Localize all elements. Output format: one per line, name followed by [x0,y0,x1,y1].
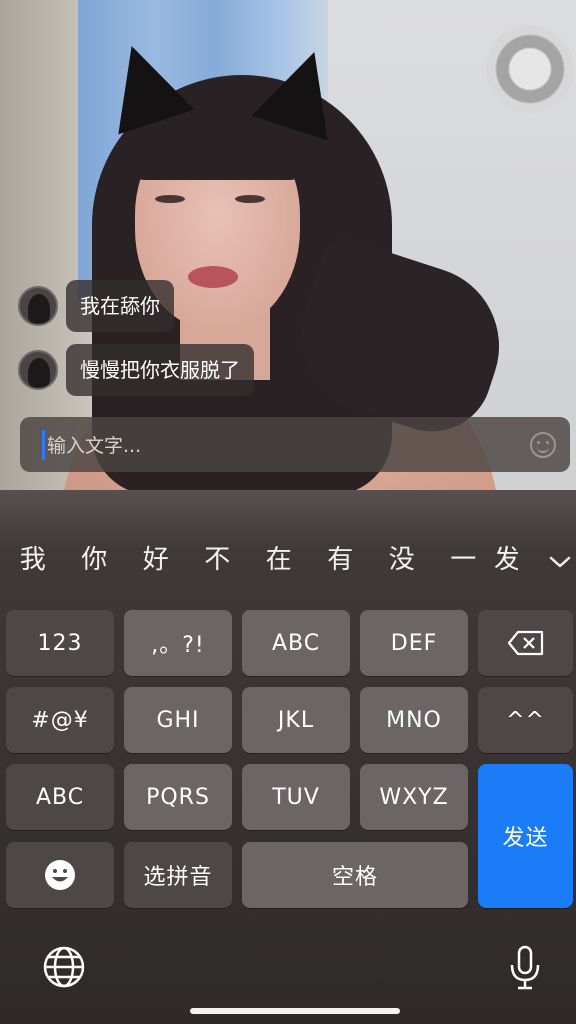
mouth [188,266,238,288]
candidate-word[interactable]: 在 [248,539,310,576]
microphone-icon[interactable] [508,945,542,995]
chat-bubble: 慢慢把你衣服脱了 [66,344,254,396]
backspace-icon[interactable] [478,610,573,676]
key-ghi[interactable]: GHI [124,687,232,753]
key-wxyz[interactable]: WXYZ [360,764,468,830]
key-tuv[interactable]: TUV [242,764,350,830]
key-emoticon[interactable]: ^^ [478,687,573,753]
emoji-icon[interactable] [530,432,556,458]
record-icon[interactable] [486,25,574,113]
key-abc[interactable]: ABC [242,610,350,676]
home-indicator[interactable] [190,1008,400,1014]
key-abc-mode[interactable]: ABC [6,764,114,830]
key-punctuation[interactable]: ,。?! [124,610,232,676]
key-select-pinyin[interactable]: 选拼音 [124,842,232,908]
eye [155,195,185,203]
key-pqrs[interactable]: PQRS [124,764,232,830]
candidate-word[interactable]: 发 [494,539,518,576]
space-key[interactable]: 空格 [242,842,468,908]
emoji-icon[interactable] [6,842,114,908]
key-mno[interactable]: MNO [360,687,468,753]
candidate-word[interactable]: 没 [371,539,433,576]
key-123[interactable]: 123 [6,610,114,676]
keyboard: 我 你 好 不 在 有 没 一 发 123 ,。?! ABC DEF #@¥ G… [0,490,576,1024]
message-input[interactable]: 输入文字... [20,417,570,472]
chat-message: 我在舔你 [18,280,174,332]
key-symbols[interactable]: #@¥ [6,687,114,753]
globe-icon[interactable] [42,945,86,993]
key-jkl[interactable]: JKL [242,687,350,753]
candidate-word[interactable]: 好 [125,539,187,576]
candidate-word[interactable]: 一 [433,539,495,576]
send-button[interactable]: 发送 [478,764,573,908]
eye [235,195,265,203]
chat-message: 慢慢把你衣服脱了 [18,344,254,396]
avatar[interactable] [18,286,58,326]
candidate-word[interactable]: 不 [187,539,249,576]
input-placeholder: 输入文字... [47,435,142,457]
candidate-word[interactable]: 有 [310,539,372,576]
candidate-bar: 我 你 好 不 在 有 没 一 发 [0,530,576,585]
text-caret [42,429,45,460]
avatar[interactable] [18,350,58,390]
chevron-down-icon[interactable] [548,552,571,572]
candidate-word[interactable]: 你 [64,539,126,576]
key-def[interactable]: DEF [360,610,468,676]
chat-bubble: 我在舔你 [66,280,174,332]
candidate-word[interactable]: 我 [2,539,64,576]
